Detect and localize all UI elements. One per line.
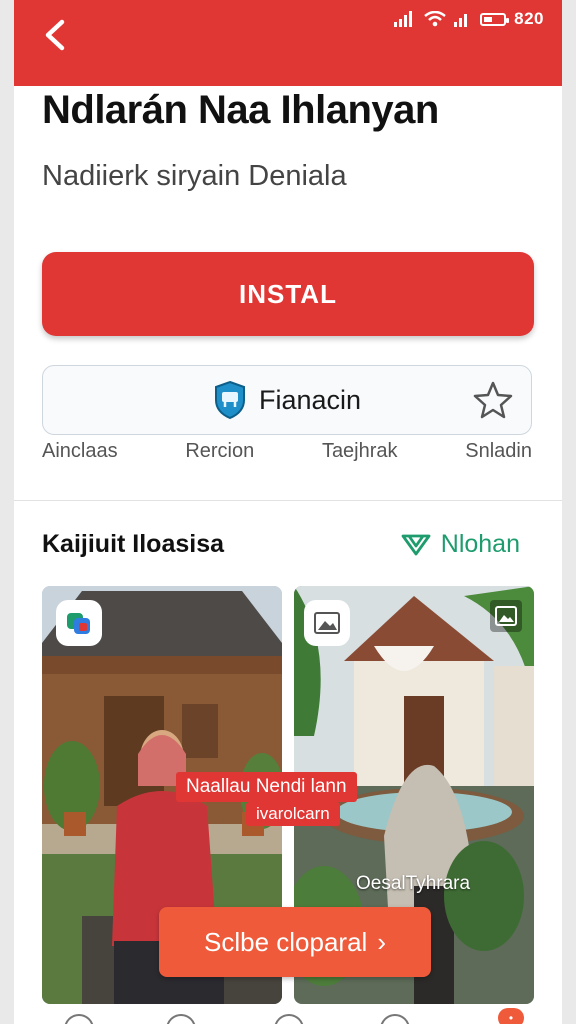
back-button[interactable] [38, 16, 72, 54]
top-bar: 820 [14, 0, 562, 86]
nav-heart-icon[interactable] [166, 1014, 196, 1024]
publisher-card[interactable]: Fianacin [42, 365, 532, 435]
install-button[interactable]: INSTAL [42, 252, 534, 336]
section-title: Kaijiuit Iloasisa [42, 530, 225, 558]
status-bar: 820 [394, 8, 544, 30]
cta-label: Sclbe cloparal [204, 926, 368, 957]
image-icon [314, 612, 340, 634]
app-subtitle: Nadiierk siryain Deniala [42, 160, 347, 192]
app-badge [56, 600, 102, 646]
meta-item: Snladin [465, 440, 532, 462]
bottom-nav [14, 1006, 562, 1024]
photo-caption: OesalTyhrara [356, 873, 471, 894]
app-title: Ndlarán Naa Ihlanyan [42, 88, 439, 132]
status-time: 820 [514, 9, 544, 28]
divider [14, 500, 562, 501]
photo-tag: ivarolcarn [246, 802, 340, 826]
shield-icon [214, 380, 245, 420]
nav-home-icon[interactable] [64, 1014, 94, 1024]
image-icon [490, 600, 522, 632]
app-badge [304, 600, 350, 646]
battery-icon [480, 12, 510, 26]
cta-button[interactable]: Sclbe cloparal › [159, 907, 431, 977]
signal-icon [454, 14, 468, 27]
photo-tag: Naallau Nendi lann [176, 772, 357, 802]
meta-row: Ainclaas Rercion Taejhrak Snladin [42, 440, 532, 468]
see-more-link[interactable]: Nlohan [401, 530, 520, 559]
app-screen: 820 Ndlarán Naa Ihlanyan Nadiierk siryai… [14, 0, 562, 1024]
wifi-icon [424, 11, 446, 27]
favorite-button[interactable] [473, 380, 513, 420]
publisher-label: Fianacin [258, 384, 362, 415]
meta-item: Ainclaas [42, 440, 118, 462]
notification-badge[interactable]: • [498, 1008, 524, 1024]
signal-icon [394, 11, 413, 27]
chevron-right-icon: › [377, 926, 386, 957]
see-more-label: Nlohan [440, 530, 520, 558]
meta-item: Rercion [185, 440, 255, 462]
meta-item: Taejhrak [321, 440, 398, 462]
nav-chat-icon[interactable] [380, 1014, 410, 1024]
heart-outline-icon [401, 534, 431, 555]
app-badge-icon [67, 613, 90, 634]
star-icon [473, 381, 513, 419]
back-arrow-icon [45, 19, 65, 51]
nav-search-icon[interactable] [274, 1014, 304, 1024]
